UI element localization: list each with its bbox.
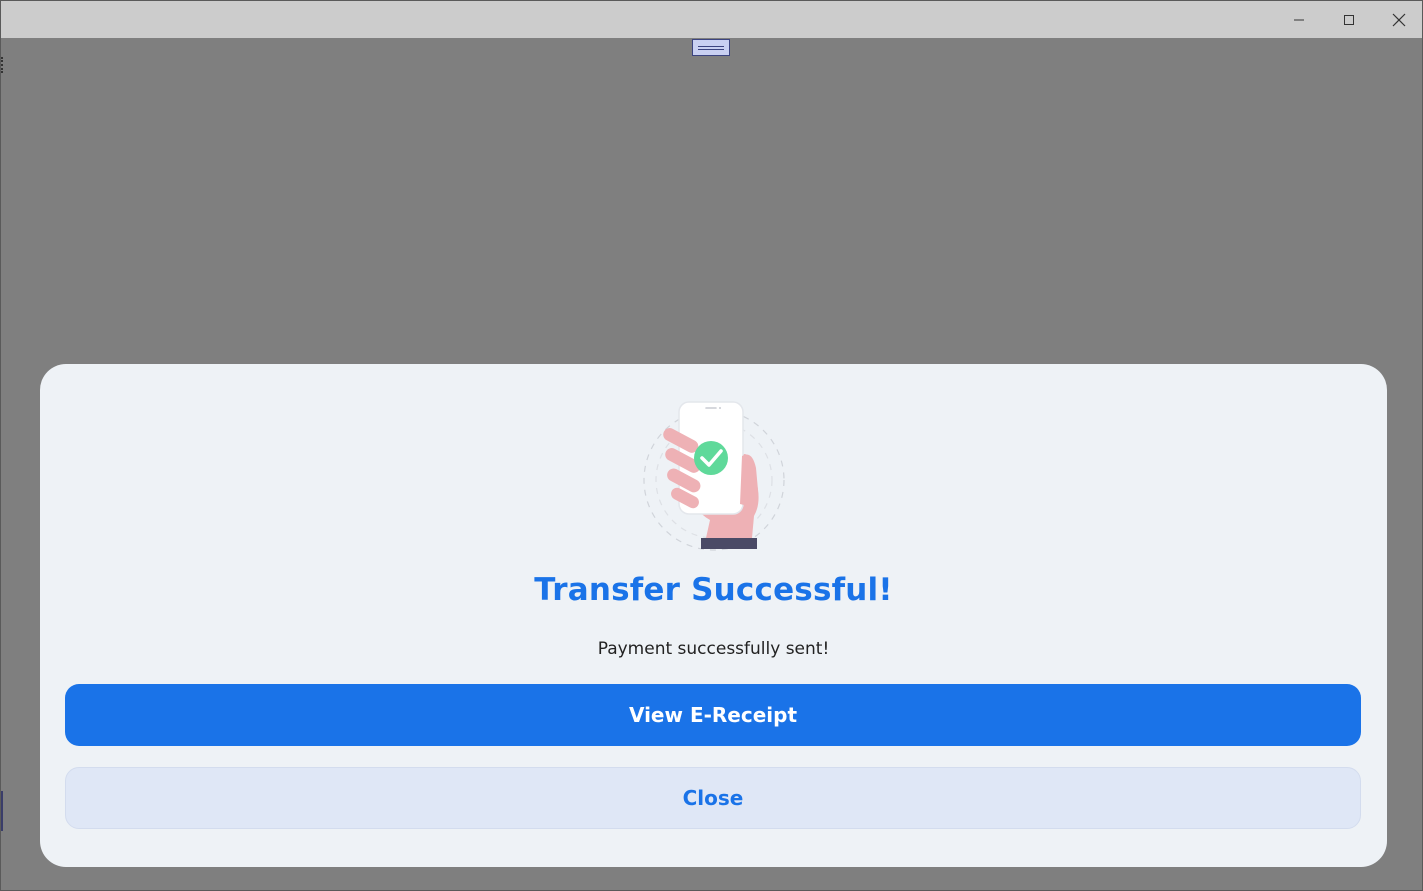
minimize-icon bbox=[1294, 19, 1304, 20]
drag-handle-line bbox=[698, 45, 724, 47]
app-window: Transfer Successful! Payment successfull… bbox=[0, 0, 1423, 891]
view-e-receipt-button[interactable]: View E-Receipt bbox=[65, 684, 1361, 746]
dialog-message: Payment successfully sent! bbox=[597, 639, 830, 659]
phone-check-icon bbox=[643, 401, 785, 551]
view-e-receipt-label: View E-Receipt bbox=[628, 703, 798, 727]
edge-marker bbox=[1, 57, 3, 73]
maximize-button[interactable] bbox=[1324, 1, 1374, 38]
close-icon bbox=[1392, 13, 1406, 26]
drag-handle[interactable] bbox=[692, 39, 730, 56]
close-button[interactable]: Close bbox=[65, 767, 1361, 829]
maximize-icon bbox=[1344, 14, 1354, 25]
close-window-button[interactable] bbox=[1374, 1, 1422, 38]
dialog-title: Transfer Successful! bbox=[534, 572, 893, 608]
success-dialog: Transfer Successful! Payment successfull… bbox=[40, 364, 1387, 867]
edge-marker bbox=[1, 791, 3, 831]
close-label: Close bbox=[682, 786, 744, 810]
minimize-button[interactable] bbox=[1274, 1, 1324, 38]
drag-handle-line bbox=[698, 48, 724, 50]
title-bar[interactable] bbox=[1, 1, 1422, 38]
